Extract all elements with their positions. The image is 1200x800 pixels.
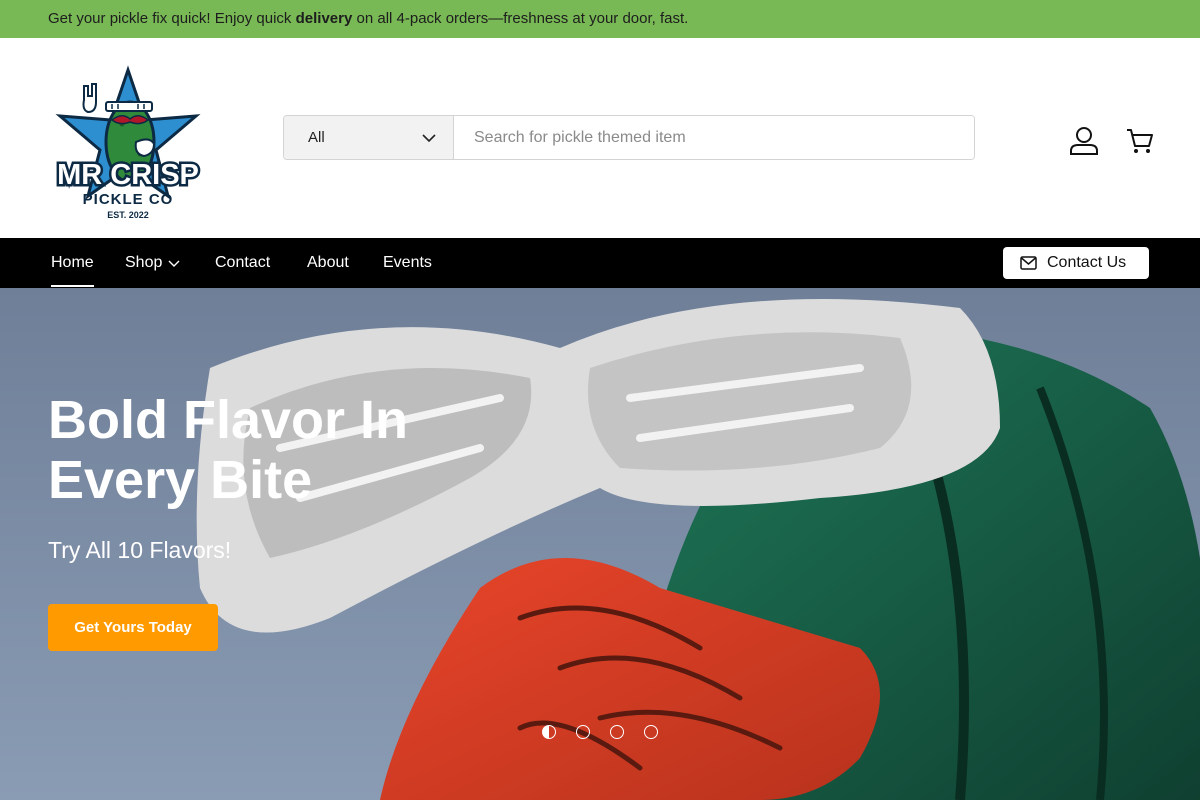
- contact-us-label: Contact Us: [1047, 254, 1127, 271]
- nav-item-contact[interactable]: Contact: [215, 254, 270, 272]
- cart-icon[interactable]: [1124, 125, 1156, 157]
- mail-icon: [1020, 256, 1037, 270]
- hero-title: Bold Flavor In Every Bite: [48, 390, 409, 510]
- search-input[interactable]: [454, 116, 974, 159]
- site-header: MR CRISP PICKLE CO EST. 2022 All: [0, 38, 1200, 238]
- logo-subtitle: PICKLE CO: [83, 191, 174, 208]
- category-select[interactable]: All: [284, 116, 454, 159]
- contact-us-button[interactable]: Contact Us: [1003, 247, 1149, 279]
- nav-item-about[interactable]: About: [307, 254, 349, 272]
- slide-dot-2[interactable]: [576, 725, 590, 739]
- slide-dot-1[interactable]: [542, 725, 556, 739]
- hero-subtitle: Try All 10 Flavors!: [48, 537, 232, 563]
- get-yours-today-button[interactable]: Get Yours Today: [48, 604, 218, 651]
- announcement-text: Get your pickle fix quick! Enjoy quick d…: [48, 10, 689, 27]
- chevron-down-icon: [422, 134, 436, 143]
- main-nav: Home Shop Contact About Events Contact U…: [0, 238, 1200, 288]
- slide-dot-3[interactable]: [610, 725, 624, 739]
- hero-cta-label: Get Yours Today: [74, 619, 192, 636]
- nav-item-events[interactable]: Events: [383, 254, 432, 272]
- account-icon[interactable]: [1068, 125, 1100, 157]
- category-select-value: All: [308, 129, 325, 146]
- slide-dots: [540, 725, 670, 741]
- brand-logo[interactable]: MR CRISP PICKLE CO EST. 2022: [50, 64, 206, 222]
- slide-dot-4[interactable]: [644, 725, 658, 739]
- search-bar: All: [283, 115, 975, 160]
- announcement-bar: Get your pickle fix quick! Enjoy quick d…: [0, 0, 1200, 38]
- chevron-down-icon: [168, 260, 180, 267]
- nav-item-shop[interactable]: Shop: [125, 254, 180, 272]
- hero-slideshow: Bold Flavor In Every Bite Try All 10 Fla…: [0, 288, 1200, 800]
- logo-established: EST. 2022: [107, 210, 149, 220]
- logo-wordmark: MR CRISP: [57, 159, 199, 191]
- nav-item-home[interactable]: Home: [51, 254, 94, 287]
